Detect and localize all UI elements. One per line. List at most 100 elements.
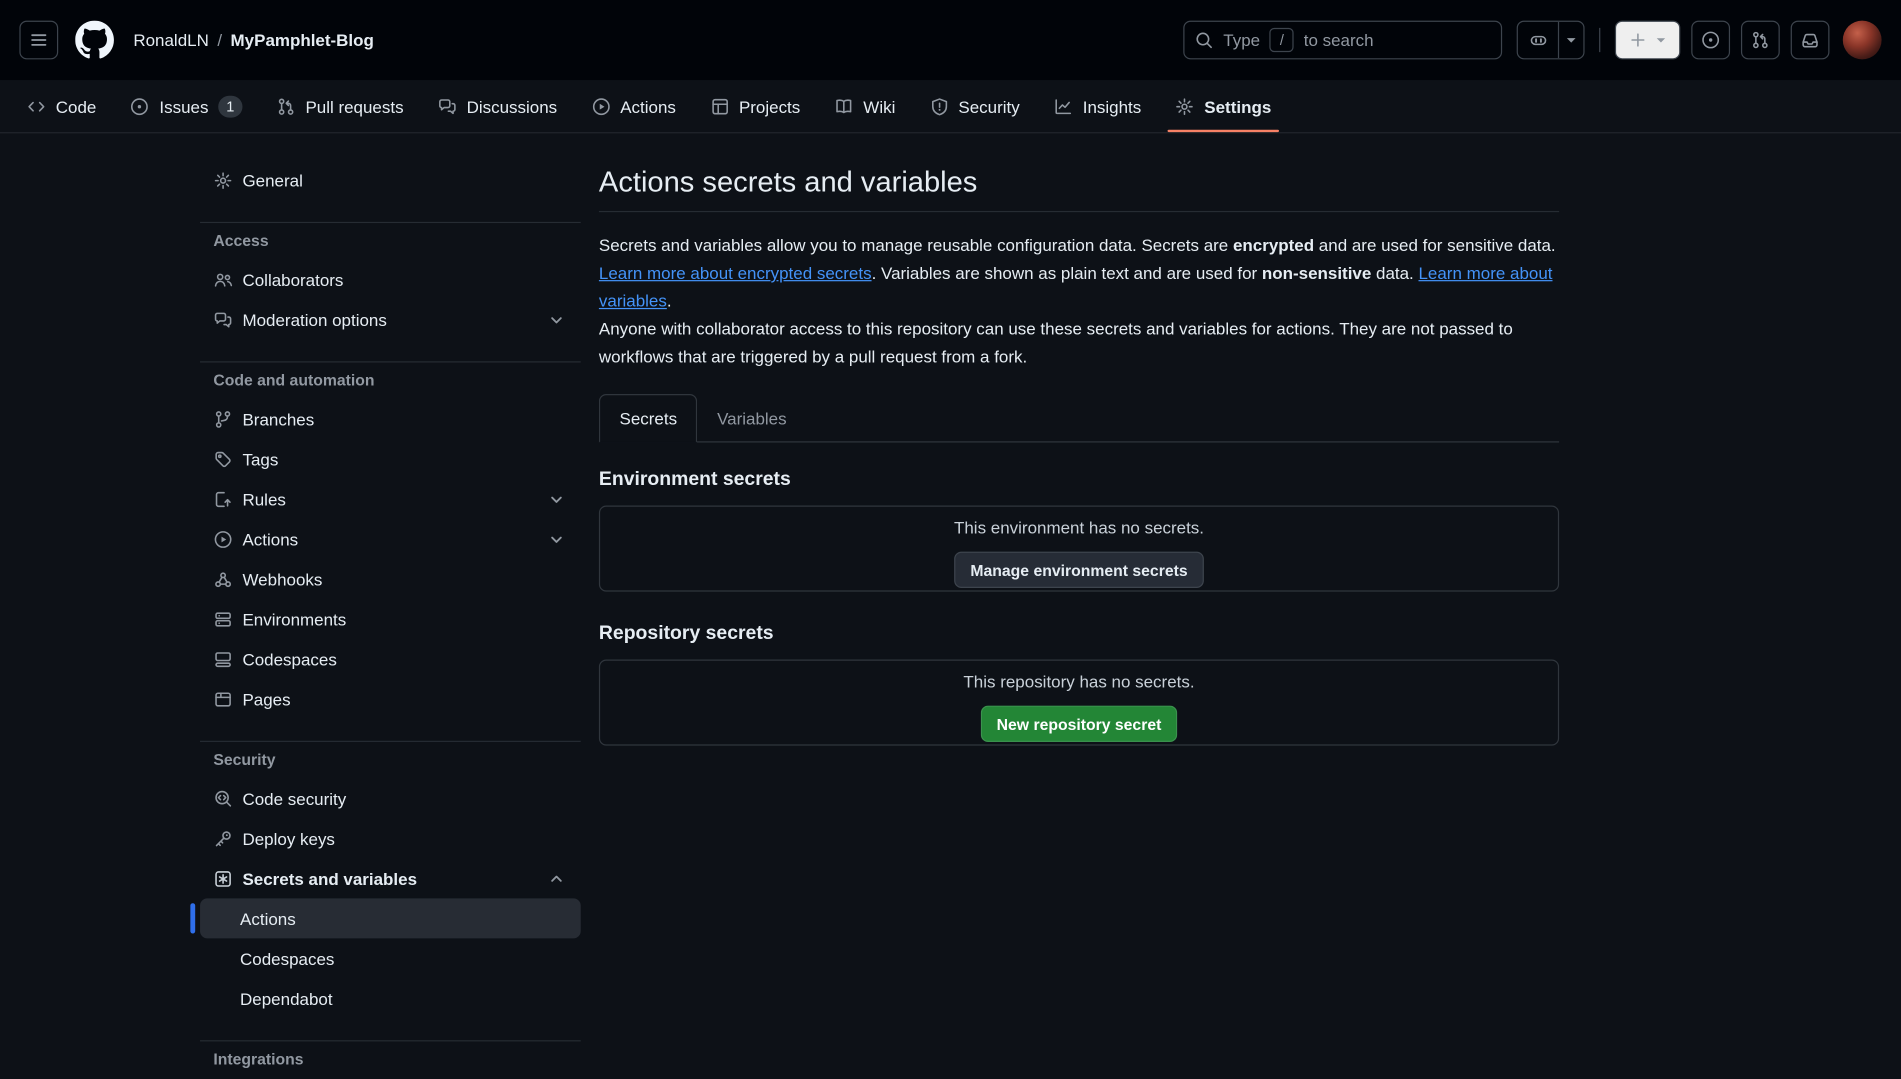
breadcrumb-owner[interactable]: RonaldLN — [133, 30, 208, 49]
copilot-menu-button[interactable] — [1559, 22, 1583, 58]
repository-secrets-box: This repository has no secrets. New repo… — [599, 660, 1559, 746]
sidebar-item-label: Moderation options — [242, 310, 386, 329]
issues-dashboard-button[interactable] — [1691, 21, 1730, 60]
sidebar-item-deploy-keys[interactable]: Deploy keys — [200, 818, 581, 858]
inbox-icon — [1800, 30, 1819, 49]
tab-label: Issues — [159, 96, 208, 115]
tab-actions[interactable]: Actions — [574, 80, 693, 132]
comment-discussion-icon — [213, 310, 232, 329]
tab-security[interactable]: Security — [912, 80, 1036, 132]
webhook-icon — [213, 569, 232, 588]
copilot-icon — [1528, 30, 1547, 49]
sidebar-item-tags[interactable]: Tags — [200, 439, 581, 479]
tab-issues[interactable]: Issues 1 — [113, 80, 259, 132]
environment-secrets-box: This environment has no secrets. Manage … — [599, 506, 1559, 592]
sidebar-item-moderation-options[interactable]: Moderation options — [200, 299, 581, 339]
sidebar-item-label: Pages — [242, 689, 290, 708]
sidebar-item-pages[interactable]: Pages — [200, 679, 581, 719]
hamburger-menu-button[interactable] — [19, 21, 58, 60]
git-branch-icon — [213, 409, 232, 428]
people-icon — [213, 270, 232, 289]
sidebar-item-secrets-and-variables[interactable]: Secrets and variables — [200, 858, 581, 898]
user-avatar[interactable] — [1843, 21, 1882, 60]
tab-discussions[interactable]: Discussions — [421, 80, 575, 132]
tab-variables[interactable]: Variables — [698, 394, 806, 441]
gear-icon — [1175, 96, 1194, 115]
create-new-button[interactable] — [1615, 21, 1680, 60]
tab-label: Settings — [1204, 96, 1271, 115]
tab-wiki[interactable]: Wiki — [817, 80, 912, 132]
active-indicator-bar — [190, 903, 195, 933]
inbox-button[interactable] — [1791, 21, 1830, 60]
tab-settings[interactable]: Settings — [1158, 80, 1288, 132]
tab-label: Insights — [1083, 96, 1141, 115]
tab-projects[interactable]: Projects — [693, 80, 817, 132]
server-icon — [213, 609, 232, 628]
header-divider — [1599, 28, 1600, 52]
shield-icon — [929, 96, 948, 115]
sidebar-item-collaborators[interactable]: Collaborators — [200, 259, 581, 299]
git-pull-request-icon — [276, 96, 295, 115]
chevron-down-icon[interactable] — [547, 529, 566, 548]
repo-nav: Code Issues 1 Pull requests Discussions … — [0, 80, 1901, 133]
tab-label: Discussions — [467, 96, 558, 115]
tab-insights[interactable]: Insights — [1037, 80, 1159, 132]
breadcrumb-repo[interactable]: MyPamphlet-Blog — [231, 30, 374, 49]
issue-opened-icon — [130, 96, 149, 115]
browser-icon — [213, 689, 232, 708]
sidebar-item-label: Actions — [242, 529, 298, 548]
repository-empty-text: This repository has no secrets. — [963, 669, 1194, 693]
sidebar-item-label: Secrets and variables — [242, 869, 417, 888]
tab-pull-requests[interactable]: Pull requests — [259, 80, 420, 132]
tab-secrets[interactable]: Secrets — [599, 394, 698, 442]
tab-label: Code — [56, 96, 97, 115]
comment-discussion-icon — [438, 96, 457, 115]
intro-text: and are used for sensitive data. — [1314, 235, 1556, 254]
new-repository-secret-button[interactable]: New repository secret — [981, 706, 1177, 742]
sidebar-subitem-dependabot[interactable]: Dependabot — [200, 978, 581, 1018]
intro-bold-non-sensitive: non-sensitive — [1262, 263, 1371, 282]
sidebar-item-branches[interactable]: Branches — [200, 399, 581, 439]
copilot-button-group — [1517, 21, 1585, 60]
sidebar-item-label: Branches — [242, 409, 314, 428]
sidebar-divider — [200, 222, 581, 223]
intro-text: Secrets and variables allow you to manag… — [599, 235, 1233, 254]
chevron-up-icon[interactable] — [547, 869, 566, 888]
sidebar-divider — [200, 741, 581, 742]
tag-icon — [213, 449, 232, 468]
pull-requests-dashboard-button[interactable] — [1741, 21, 1780, 60]
sidebar-item-label: Codespaces — [240, 949, 334, 968]
repository-secrets-heading: Repository secrets — [599, 623, 1559, 645]
manage-environment-secrets-button[interactable]: Manage environment secrets — [955, 552, 1204, 588]
page-title: Actions secrets and variables — [599, 165, 1559, 212]
search-placeholder-suffix: to search — [1304, 30, 1374, 49]
copilot-button[interactable] — [1518, 22, 1559, 58]
sidebar-item-rules[interactable]: Rules — [200, 479, 581, 519]
sidebar-item-label: General — [242, 170, 302, 189]
sidebar-item-label: Rules — [242, 489, 285, 508]
sidebar-item-label: Code security — [242, 789, 346, 808]
sidebar-item-general[interactable]: General — [200, 160, 581, 200]
sidebar-item-codespaces[interactable]: Codespaces — [200, 639, 581, 679]
github-logo-icon — [75, 21, 114, 60]
issues-count-badge: 1 — [218, 95, 242, 117]
search-input[interactable]: Type / to search — [1183, 21, 1502, 60]
chevron-down-icon[interactable] — [547, 489, 566, 508]
sidebar-subitem-codespaces[interactable]: Codespaces — [200, 938, 581, 978]
sidebar-item-code-security[interactable]: Code security — [200, 778, 581, 818]
tab-code[interactable]: Code — [10, 80, 114, 132]
chevron-down-icon[interactable] — [547, 310, 566, 329]
search-icon — [1194, 30, 1213, 49]
sidebar-subitem-actions[interactable]: Actions — [200, 898, 581, 938]
github-logo[interactable] — [75, 21, 114, 60]
sidebar-divider — [200, 1040, 581, 1041]
link-learn-more-encrypted-secrets[interactable]: Learn more about encrypted secrets — [599, 263, 872, 282]
sidebar-item-label: Deploy keys — [242, 829, 334, 848]
page: RonaldLN / MyPamphlet-Blog Type / to sea… — [0, 0, 1901, 1079]
caret-down-icon — [1562, 30, 1581, 49]
sidebar-item-actions[interactable]: Actions — [200, 519, 581, 559]
tab-label: Wiki — [863, 96, 895, 115]
sidebar-item-environments[interactable]: Environments — [200, 599, 581, 639]
sidebar-item-webhooks[interactable]: Webhooks — [200, 559, 581, 599]
hamburger-icon — [29, 30, 48, 49]
